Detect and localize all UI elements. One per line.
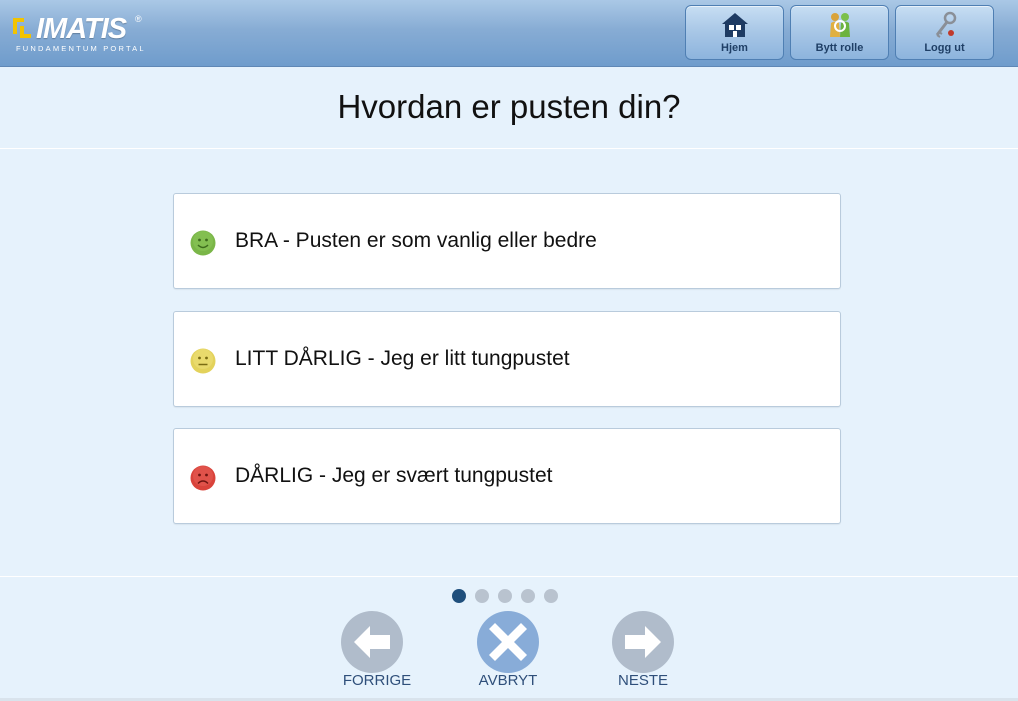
- next-button-label: NESTE: [617, 672, 668, 689]
- app-header: IMATIS ® FUNDAMENTUM PORTAL Hjem Bytt ro…: [0, 0, 1018, 67]
- navigation-footer: FORRIGE AVBRYT NESTE: [0, 576, 1018, 701]
- option-good-label: BRA - Pusten er som vanlig eller bedre: [235, 229, 597, 252]
- progress-dot-3: [498, 589, 512, 603]
- logo-text: IMATIS: [36, 13, 127, 45]
- logo-mark-icon: [13, 18, 31, 38]
- question-title: Hvordan er pusten din?: [337, 88, 681, 125]
- next-button[interactable]: [611, 610, 675, 674]
- cancel-button[interactable]: [476, 610, 540, 674]
- sad-face-icon: [190, 465, 216, 491]
- previous-button-label: FORRIGE: [342, 672, 412, 689]
- progress-dot-1: [452, 589, 466, 603]
- option-slightly-bad[interactable]: LITT DÅRLIG - Jeg er litt tungpustet: [173, 311, 841, 407]
- neutral-face-icon: [190, 348, 216, 374]
- happy-face-icon: [190, 230, 216, 256]
- progress-dot-5: [544, 589, 558, 603]
- progress-dot-2: [475, 589, 489, 603]
- logo-subtitle: FUNDAMENTUM PORTAL: [16, 44, 146, 53]
- home-button-label: Hjem: [721, 42, 748, 54]
- home-button[interactable]: Hjem: [685, 5, 784, 60]
- logout-button-label: Logg ut: [924, 42, 965, 54]
- previous-button[interactable]: [340, 610, 404, 674]
- key-icon: [935, 11, 956, 38]
- option-slightly-bad-label: LITT DÅRLIG - Jeg er litt tungpustet: [235, 347, 570, 370]
- switch-role-button-label: Bytt rolle: [815, 42, 864, 54]
- option-bad-label: DÅRLIG - Jeg er svært tungpustet: [235, 464, 553, 487]
- switch-role-icon: [829, 13, 850, 37]
- question-band: Hvordan er pusten din?: [0, 67, 1018, 149]
- option-good[interactable]: BRA - Pusten er som vanlig eller bedre: [173, 193, 841, 289]
- imatis-logo: IMATIS ® FUNDAMENTUM PORTAL: [10, 12, 145, 56]
- cancel-button-label: AVBRYT: [478, 672, 538, 689]
- logout-button[interactable]: Logg ut: [895, 5, 994, 60]
- home-icon: [721, 13, 748, 37]
- option-bad[interactable]: DÅRLIG - Jeg er svært tungpustet: [173, 428, 841, 524]
- switch-role-button[interactable]: Bytt rolle: [790, 5, 889, 60]
- answer-options: BRA - Pusten er som vanlig eller bedre L…: [0, 150, 1018, 576]
- progress-dot-4: [521, 589, 535, 603]
- logo-registered-mark: ®: [135, 14, 142, 24]
